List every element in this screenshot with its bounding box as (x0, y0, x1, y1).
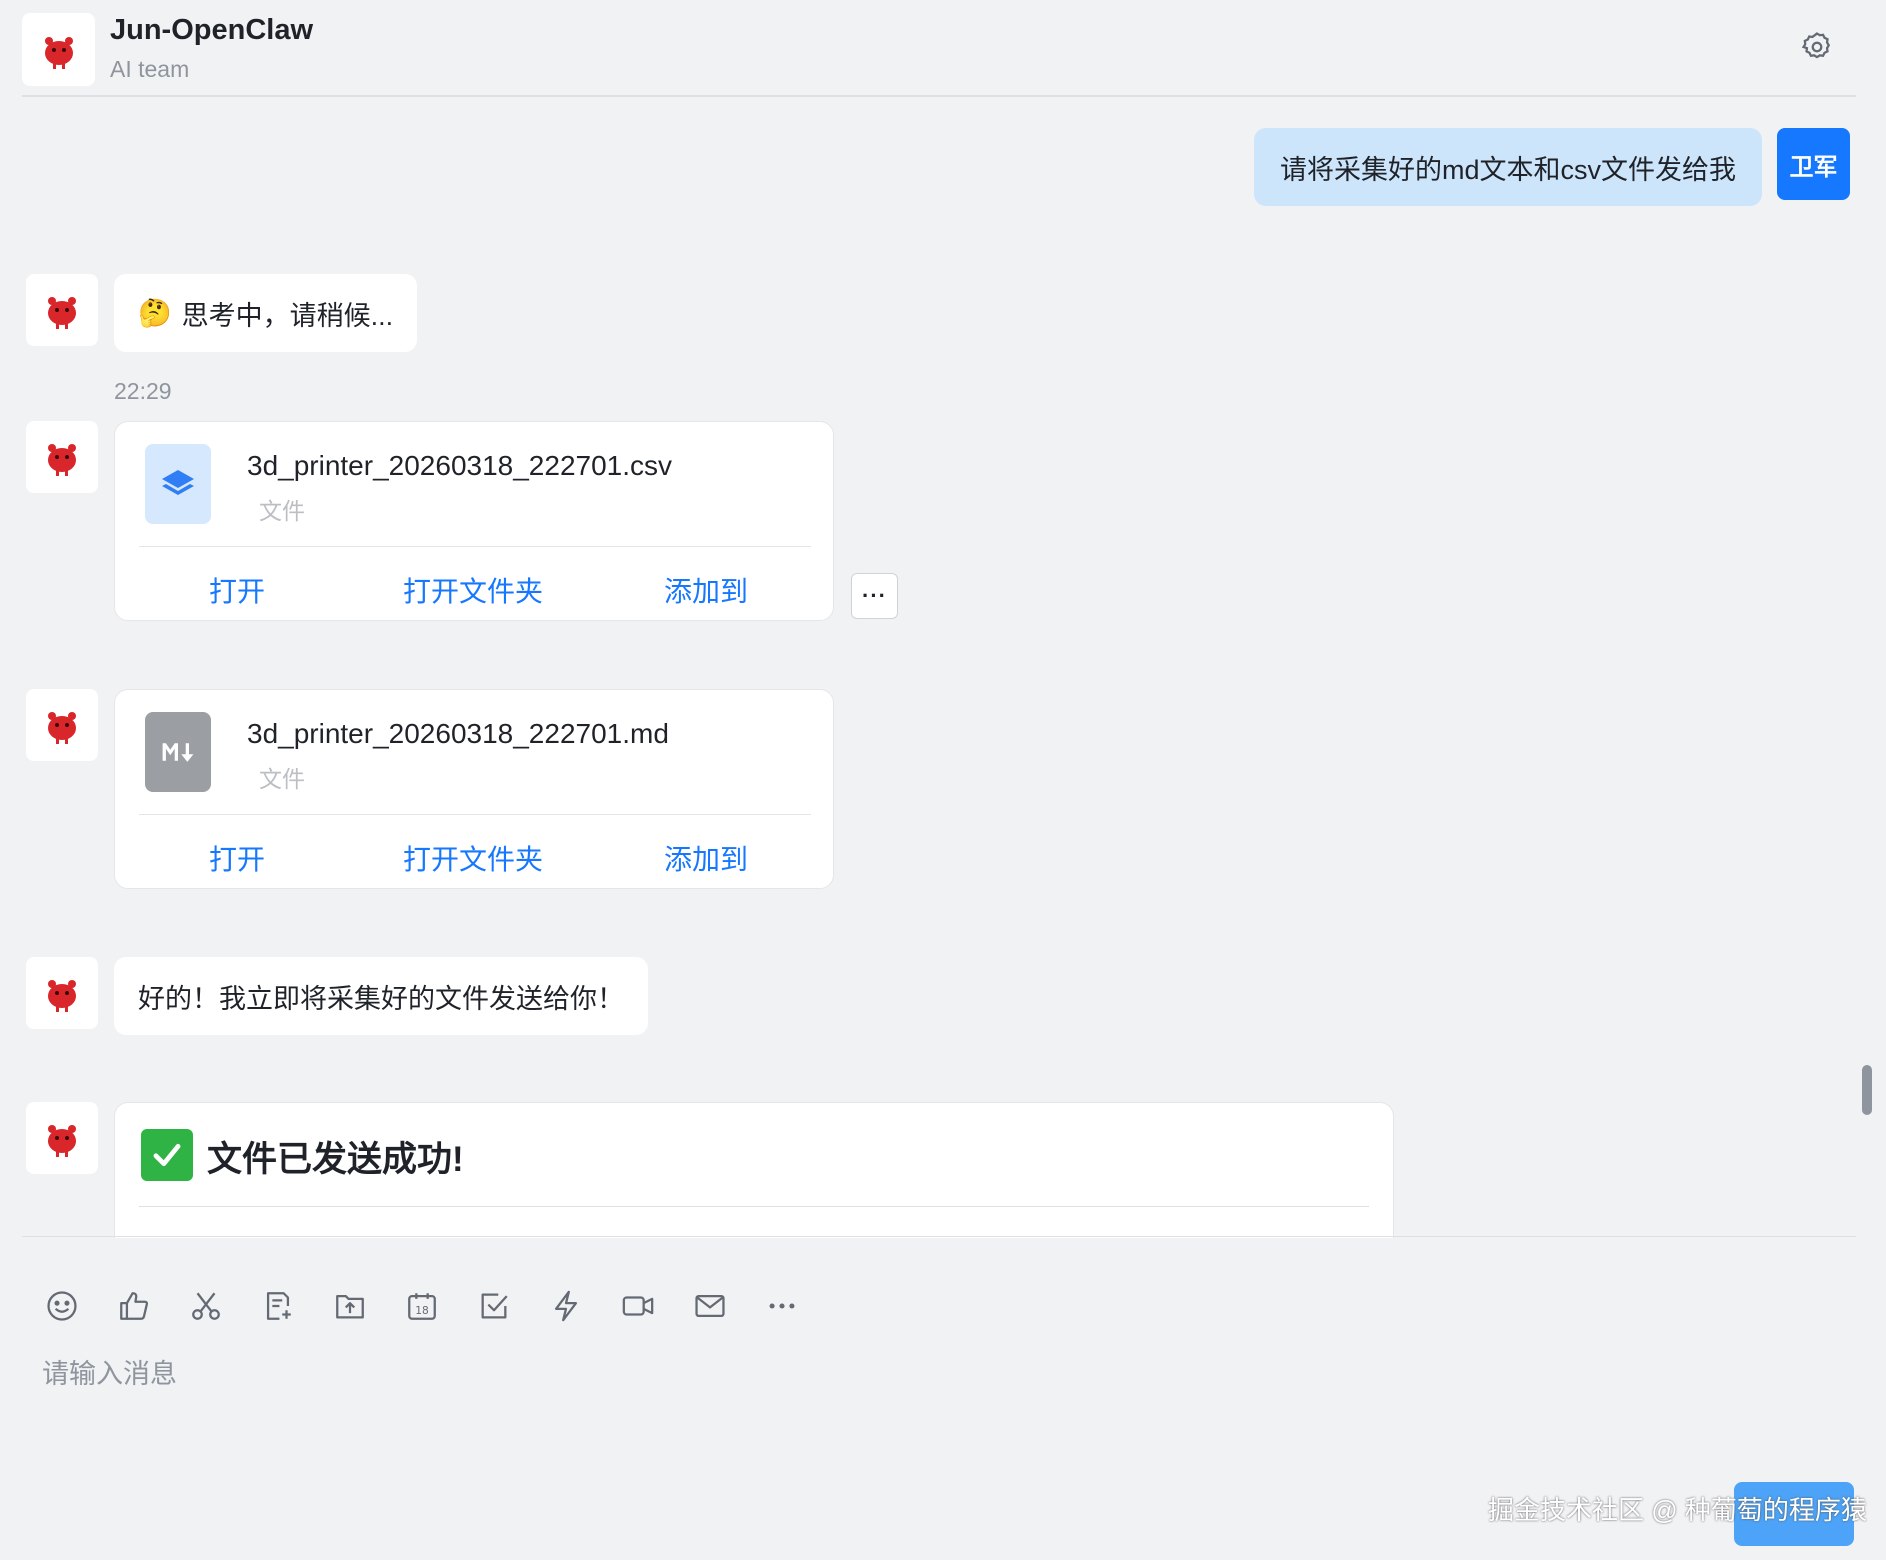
scissors-icon[interactable] (182, 1282, 230, 1330)
open-button[interactable]: 打开 (209, 838, 265, 878)
more-icon[interactable] (758, 1282, 806, 1330)
task-check-icon[interactable] (470, 1282, 518, 1330)
success-title: 文件已发送成功! (207, 1140, 464, 1179)
card-divider (139, 1206, 1369, 1207)
chat-subtitle: AI team (110, 56, 190, 82)
user-message-text: 请将采集好的md文本和csv文件发给我 (1279, 154, 1736, 185)
bot-avatar[interactable] (26, 421, 98, 493)
gear-icon[interactable] (1800, 30, 1834, 64)
reply-bubble[interactable]: 好的！我立即将采集好的文件发送给你！ (114, 957, 648, 1035)
bot-avatar[interactable] (26, 1102, 98, 1174)
user-avatar[interactable]: 卫军 (1777, 128, 1850, 200)
emoji-icon[interactable] (38, 1282, 86, 1330)
message-timestamp: 22:29 (114, 378, 172, 404)
mail-icon[interactable] (686, 1282, 734, 1330)
bot-mascot-icon (48, 297, 76, 329)
user-message-bubble[interactable]: 请将采集好的md文本和csv文件发给我 (1253, 128, 1762, 206)
add-to-button[interactable]: 添加到 (664, 838, 748, 878)
bot-mascot-icon (44, 36, 73, 69)
thumbs-up-icon[interactable] (110, 1282, 158, 1330)
bot-mascot-icon (48, 444, 76, 476)
reply-text: 好的！我立即将采集好的文件发送给你！ (138, 983, 624, 1014)
open-folder-button[interactable]: 打开文件夹 (403, 838, 543, 878)
upload-folder-icon[interactable] (326, 1282, 374, 1330)
composer-toolbar: 18 (38, 1282, 830, 1330)
open-button[interactable]: 打开 (209, 570, 265, 610)
file-name[interactable]: 3d_printer_20260318_222701.md (247, 718, 669, 750)
thinking-bubble[interactable]: 🤔 思考中，请稍候... (114, 274, 418, 352)
chat-scrollbar[interactable] (1862, 1065, 1872, 1115)
card-divider (139, 546, 811, 547)
thinking-emoji: 🤔 (138, 298, 172, 328)
file-type-label: 文件 (259, 498, 305, 524)
file-card-md[interactable]: 3d_printer_20260318_222701.md 文件 打开 打开文件… (114, 689, 834, 889)
open-folder-button[interactable]: 打开文件夹 (403, 570, 543, 610)
file-type-label: 文件 (259, 766, 305, 792)
bot-avatar[interactable] (26, 689, 98, 761)
markdown-icon (145, 712, 211, 792)
video-icon[interactable] (614, 1282, 662, 1330)
bot-mascot-icon (48, 712, 76, 744)
chat-title: Jun-OpenClaw (110, 14, 314, 46)
csv-layers-icon (145, 444, 211, 524)
bot-avatar[interactable] (22, 13, 95, 86)
card-divider (139, 814, 811, 815)
composer-divider (22, 1236, 1856, 1237)
calendar-icon[interactable]: 18 (398, 1282, 446, 1330)
thinking-text: 思考中，请稍候... (181, 300, 394, 331)
bot-avatar[interactable] (26, 274, 98, 346)
bot-mascot-icon (48, 1125, 76, 1157)
watermark: 掘金技术社区 @ 种葡萄的程序猿 (1488, 1495, 1867, 1525)
bot-mascot-icon (48, 980, 76, 1012)
add-to-button[interactable]: 添加到 (664, 570, 748, 610)
check-mark-icon (141, 1129, 193, 1181)
chat-header: Jun-OpenClaw AI team (22, 0, 1856, 97)
lightning-icon[interactable] (542, 1282, 590, 1330)
bot-avatar[interactable] (26, 957, 98, 1029)
file-name[interactable]: 3d_printer_20260318_222701.csv (247, 450, 672, 482)
file-card-csv[interactable]: 3d_printer_20260318_222701.csv 文件 打开 打开文… (114, 421, 834, 621)
doc-add-icon[interactable] (254, 1282, 302, 1330)
message-input[interactable] (42, 1344, 1822, 1404)
more-options-button[interactable]: ··· (851, 573, 898, 619)
success-card[interactable]: 文件已发送成功! (114, 1102, 1394, 1238)
calendar-day: 18 (415, 1304, 429, 1317)
